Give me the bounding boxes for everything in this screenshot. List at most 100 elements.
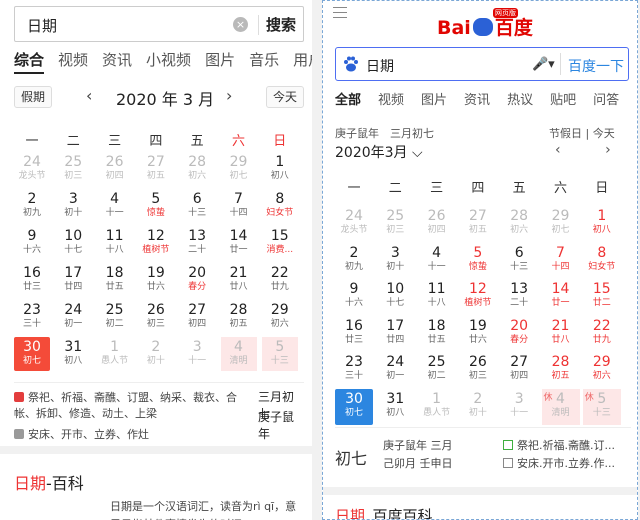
tab-6[interactable]: 用户 bbox=[293, 51, 312, 69]
calendar-day[interactable]: 21 廿八 bbox=[542, 316, 580, 352]
calendar-day[interactable]: 29 初七 bbox=[542, 206, 580, 242]
calendar-day[interactable]: 23 三十 bbox=[14, 300, 50, 334]
chevron-down-icon[interactable]: ⌵ bbox=[408, 145, 423, 161]
calendar-day[interactable]: 8 妇女节 bbox=[583, 243, 621, 279]
prev-month-icon[interactable]: ‹ bbox=[86, 86, 92, 105]
calendar-day[interactable]: 17 廿四 bbox=[55, 263, 91, 297]
calendar-day[interactable]: 2 初九 bbox=[335, 243, 373, 279]
calendar-day[interactable]: 2 初十 bbox=[459, 389, 497, 425]
calendar-day[interactable]: 30 初七 bbox=[14, 337, 50, 371]
calendar-day[interactable]: 24 龙头节 bbox=[14, 152, 50, 186]
search-box[interactable]: 日期 × 搜索 bbox=[14, 6, 304, 42]
calendar-day[interactable]: 9 十六 bbox=[14, 226, 50, 260]
calendar-day[interactable]: 12 植树节 bbox=[459, 279, 497, 315]
calendar-day[interactable]: 15 廿二 bbox=[583, 279, 621, 315]
calendar-day[interactable]: 6 十三 bbox=[500, 243, 538, 279]
calendar-day[interactable]: 6 十三 bbox=[179, 189, 215, 223]
search-input[interactable]: 日期 bbox=[366, 56, 394, 76]
calendar-day[interactable]: 22 廿九 bbox=[262, 263, 298, 297]
calendar-day[interactable]: 5 惊蛰 bbox=[138, 189, 174, 223]
calendar-day[interactable]: 2 初九 bbox=[14, 189, 50, 223]
calendar-day[interactable]: 27 初五 bbox=[138, 152, 174, 186]
tab-3[interactable]: 小视频 bbox=[146, 51, 191, 69]
calendar-day[interactable]: 26 初四 bbox=[97, 152, 133, 186]
calendar-day[interactable]: 20 春分 bbox=[179, 263, 215, 297]
calendar-day[interactable]: 11 十八 bbox=[97, 226, 133, 260]
calendar-day[interactable]: 3 十一 bbox=[500, 389, 538, 425]
calendar-day[interactable]: 13 二十 bbox=[179, 226, 215, 260]
calendar-day[interactable]: 25 初三 bbox=[55, 152, 91, 186]
calendar-day[interactable]: 15 消费... bbox=[262, 226, 298, 260]
calendar-day[interactable]: 27 初四 bbox=[179, 300, 215, 334]
calendar-day[interactable]: 10 十七 bbox=[376, 279, 414, 315]
calendar-day[interactable]: 11 十八 bbox=[418, 279, 456, 315]
calendar-day[interactable]: 24 龙头节 bbox=[335, 206, 373, 242]
calendar-day[interactable]: 1 初八 bbox=[583, 206, 621, 242]
calendar-day[interactable]: 23 三十 bbox=[335, 352, 373, 388]
tab-0[interactable]: 全部 bbox=[335, 93, 362, 111]
holiday-button[interactable]: 假期 bbox=[14, 86, 53, 108]
tab-4[interactable]: 图片 bbox=[205, 51, 235, 69]
baike-title-highlight[interactable]: 日期 bbox=[14, 474, 46, 493]
month-label[interactable]: 2020年3月 bbox=[335, 145, 408, 161]
calendar-day[interactable]: 28 初六 bbox=[179, 152, 215, 186]
tab-5[interactable]: 音乐 bbox=[249, 51, 279, 69]
calendar-day[interactable]: 29 初六 bbox=[583, 352, 621, 388]
baike-title-rest[interactable]: -百科 bbox=[46, 474, 84, 493]
calendar-day[interactable]: 25 初三 bbox=[376, 206, 414, 242]
next-month-icon[interactable]: › bbox=[226, 86, 232, 105]
today-link[interactable]: 今天 bbox=[593, 127, 615, 140]
prev-month-icon[interactable]: ‹ bbox=[555, 142, 561, 158]
calendar-day[interactable]: 19 廿六 bbox=[459, 316, 497, 352]
calendar-day[interactable]: 5 惊蛰 bbox=[459, 243, 497, 279]
calendar-day[interactable]: 28 初六 bbox=[500, 206, 538, 242]
calendar-day[interactable]: 1 愚人节 bbox=[418, 389, 456, 425]
tab-2[interactable]: 图片 bbox=[421, 93, 447, 108]
tab-3[interactable]: 资讯 bbox=[464, 93, 490, 108]
calendar-day[interactable]: 休 5 十三 bbox=[582, 388, 621, 425]
baike-title[interactable]: 日期-百科 bbox=[14, 470, 84, 494]
search-input[interactable]: 日期 bbox=[27, 15, 57, 36]
calendar-day[interactable]: 25 初二 bbox=[97, 300, 133, 334]
calendar-day[interactable]: 8 妇女节 bbox=[262, 189, 298, 223]
calendar-day[interactable]: 3 初十 bbox=[55, 189, 91, 223]
month-label[interactable]: 2020 年 3 月 bbox=[116, 86, 214, 110]
tab-1[interactable]: 视频 bbox=[58, 51, 88, 69]
tab-5[interactable]: 贴吧 bbox=[550, 93, 576, 108]
calendar-day[interactable]: 20 春分 bbox=[500, 316, 538, 352]
calendar-day[interactable]: 25 初二 bbox=[418, 352, 456, 388]
tab-2[interactable]: 资讯 bbox=[102, 51, 132, 69]
clear-icon[interactable]: × bbox=[233, 17, 248, 32]
calendar-day[interactable]: 19 廿六 bbox=[138, 263, 174, 297]
calendar-day[interactable]: 18 廿五 bbox=[418, 316, 456, 352]
menu-icon[interactable] bbox=[333, 7, 347, 19]
calendar-day[interactable]: 16 廿三 bbox=[14, 263, 50, 297]
calendar-day[interactable]: 4 十一 bbox=[418, 243, 456, 279]
tab-4[interactable]: 热议 bbox=[507, 93, 533, 108]
calendar-day[interactable]: 7 十四 bbox=[221, 189, 257, 223]
calendar-day[interactable]: 26 初四 bbox=[418, 206, 456, 242]
tab-0[interactable]: 综合 bbox=[14, 51, 45, 74]
calendar-day[interactable]: 9 十六 bbox=[335, 279, 373, 315]
calendar-day[interactable]: 4 清明 bbox=[220, 337, 257, 371]
calendar-day[interactable]: 5 十三 bbox=[261, 337, 298, 371]
calendar-day[interactable]: 18 廿五 bbox=[97, 263, 133, 297]
calendar-day[interactable]: 1 愚人节 bbox=[97, 337, 133, 371]
baike-title-highlight[interactable]: 日期 bbox=[335, 507, 365, 519]
calendar-day[interactable]: 2 初十 bbox=[138, 337, 174, 371]
calendar-day[interactable]: 31 初八 bbox=[376, 389, 414, 425]
search-box[interactable]: 日期 🎤▾ 百度一下 bbox=[335, 47, 629, 81]
mic-icon[interactable]: 🎤▾ bbox=[532, 57, 555, 72]
calendar-day[interactable]: 30 初七 bbox=[335, 388, 373, 425]
calendar-day[interactable]: 14 廿一 bbox=[221, 226, 257, 260]
calendar-day[interactable]: 24 初一 bbox=[55, 300, 91, 334]
calendar-day[interactable]: 1 初八 bbox=[262, 152, 298, 186]
calendar-day[interactable]: 7 十四 bbox=[542, 243, 580, 279]
calendar-day[interactable]: 27 初五 bbox=[459, 206, 497, 242]
calendar-day[interactable]: 21 廿八 bbox=[221, 263, 257, 297]
baike-title[interactable]: 日期_百度百科 bbox=[335, 505, 433, 519]
calendar-day[interactable]: 休 4 清明 bbox=[541, 388, 580, 425]
next-month-icon[interactable]: › bbox=[605, 142, 611, 158]
calendar-day[interactable]: 14 廿一 bbox=[542, 279, 580, 315]
calendar-day[interactable]: 17 廿四 bbox=[376, 316, 414, 352]
